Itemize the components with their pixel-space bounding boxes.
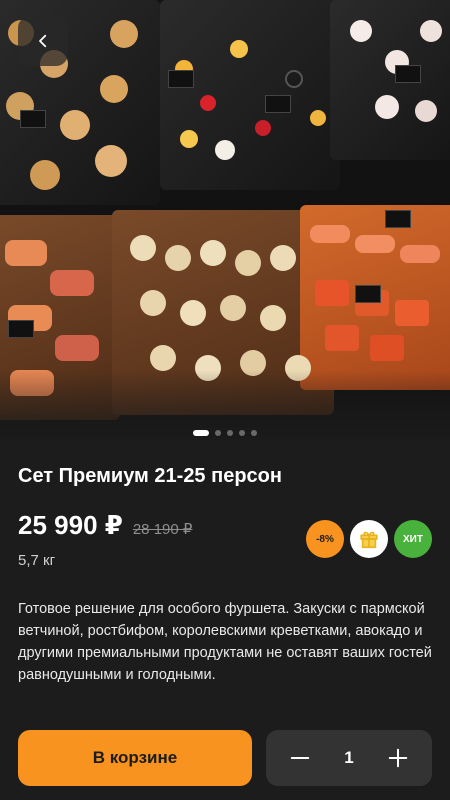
in-cart-button[interactable]: В корзине xyxy=(18,730,252,786)
pager-dot[interactable] xyxy=(193,430,209,436)
price-row: 25 990 ₽ 28 190 ₽ xyxy=(18,510,192,541)
pager-dot[interactable] xyxy=(227,430,233,436)
back-button[interactable] xyxy=(18,16,68,66)
product-title: Сет Премиум 21-25 персон xyxy=(18,465,282,487)
increase-button[interactable] xyxy=(384,744,412,772)
minus-icon xyxy=(290,756,310,760)
decrease-button[interactable] xyxy=(286,744,314,772)
gallery-pager xyxy=(0,430,450,436)
chevron-left-icon xyxy=(39,34,47,48)
pager-dot[interactable] xyxy=(251,430,257,436)
current-price: 25 990 ₽ xyxy=(18,510,123,540)
hit-badge: ХИТ xyxy=(394,520,432,558)
plus-icon xyxy=(388,748,408,768)
pager-dot[interactable] xyxy=(215,430,221,436)
product-description: Готовое решение для особого фуршета. Зак… xyxy=(18,601,432,683)
quantity-value: 1 xyxy=(344,748,354,767)
gift-badge xyxy=(350,520,388,558)
product-image[interactable] xyxy=(0,0,450,440)
product-weight: 5,7 кг xyxy=(18,552,56,569)
discount-badge: -8% xyxy=(306,520,344,558)
quantity-stepper: 1 xyxy=(266,730,432,786)
old-price: 28 190 ₽ xyxy=(132,521,193,538)
badges: -8% ХИТ xyxy=(306,520,432,558)
gift-icon xyxy=(360,531,378,549)
pager-dot[interactable] xyxy=(239,430,245,436)
